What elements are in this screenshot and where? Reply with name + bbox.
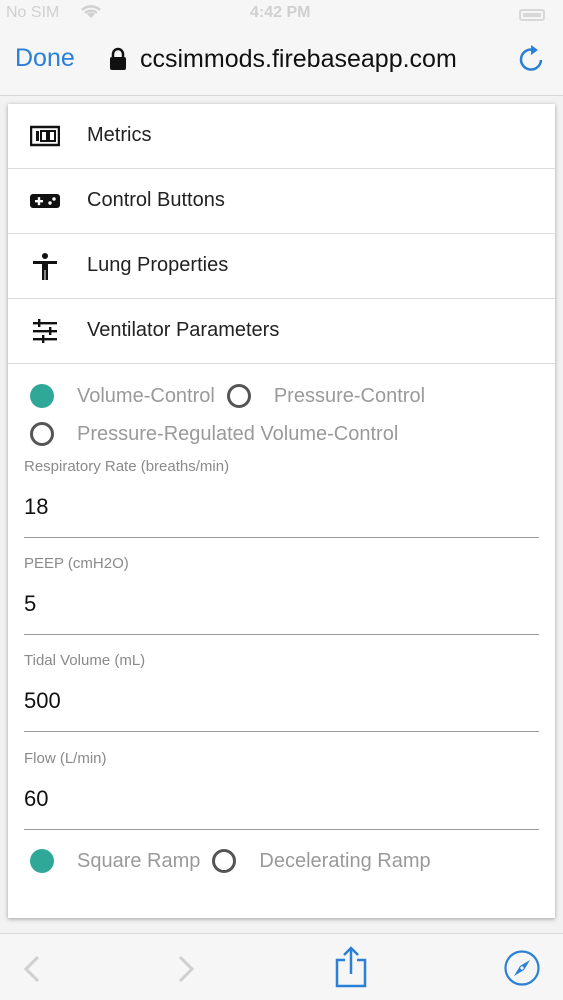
radio-decelerating-ramp[interactable] [212,849,237,873]
wifi-icon [80,4,102,25]
radio-square-ramp[interactable] [30,849,54,873]
field-label: Flow (L/min) [24,750,107,767]
radio-label: Pressure-Regulated Volume-Control [77,422,399,445]
status-bar: No SIM 4:42 PM [0,0,563,30]
radio-label: Decelerating Ramp [259,849,431,872]
menu-item-metrics[interactable]: Metrics [8,104,555,169]
done-button[interactable]: Done [15,44,75,73]
back-icon[interactable] [22,954,42,984]
menu-item-label: Metrics [87,124,152,146]
field-label: Respiratory Rate (breaths/min) [24,458,230,475]
battery-icon [519,9,545,21]
field-underline [24,829,539,830]
carrier-label: No SIM [6,4,60,21]
metrics-100-icon [30,125,60,147]
field-label: Tidal Volume (mL) [24,652,146,669]
settings-card: Metrics Control Buttons Lung Properties [8,104,555,918]
radio-label: Square Ramp [77,849,201,872]
menu-item-label: Ventilator Parameters [87,319,280,341]
radio-label: Pressure-Control [273,384,426,407]
menu-item-control-buttons[interactable]: Control Buttons [8,169,555,234]
mode-radio-group-row2: Pressure-Regulated Volume-Control [30,418,398,450]
menu-item-ventilator-parameters[interactable]: Ventilator Parameters [8,299,555,364]
tidal-volume-field[interactable]: Tidal Volume (mL) 500 [24,652,539,732]
radio-prvc[interactable] [30,422,54,446]
share-icon[interactable] [334,946,368,988]
reload-icon[interactable] [517,44,547,74]
browser-toolbar [0,933,563,1000]
address-bar[interactable]: ccsimmods.firebaseapp.com [108,43,457,75]
field-underline [24,537,539,538]
menu-item-label: Control Buttons [87,189,225,211]
clock: 4:42 PM [250,4,311,21]
menu-item-lung-properties[interactable]: Lung Properties [8,234,555,299]
url-text: ccsimmods.firebaseapp.com [140,44,457,73]
field-underline [24,634,539,635]
gamepad-icon [30,194,60,208]
browser-nav-bar: Done ccsimmods.firebaseapp.com [0,30,563,96]
field-value[interactable]: 60 [24,786,48,812]
forward-icon[interactable] [176,954,196,984]
mode-radio-group: Volume-Control Pressure-Control [30,380,425,412]
field-label: PEEP (cmH2O) [24,555,129,572]
peep-field[interactable]: PEEP (cmH2O) 5 [24,555,539,635]
field-value[interactable]: 5 [24,591,36,617]
flow-field[interactable]: Flow (L/min) 60 [24,750,539,830]
respiratory-rate-field[interactable]: Respiratory Rate (breaths/min) 18 [24,458,539,538]
ramp-radio-group: Square Ramp Decelerating Ramp [30,845,431,877]
lock-icon [110,47,126,70]
radio-label: Volume-Control [77,384,215,407]
field-value[interactable]: 500 [24,688,61,714]
compass-icon[interactable] [503,949,541,987]
radio-pressure-control[interactable] [226,384,251,408]
menu-item-label: Lung Properties [87,254,229,276]
field-value[interactable]: 18 [24,494,48,520]
sliders-icon [33,319,57,343]
field-underline [24,731,539,732]
person-icon [33,253,57,280]
radio-volume-control[interactable] [30,384,54,408]
